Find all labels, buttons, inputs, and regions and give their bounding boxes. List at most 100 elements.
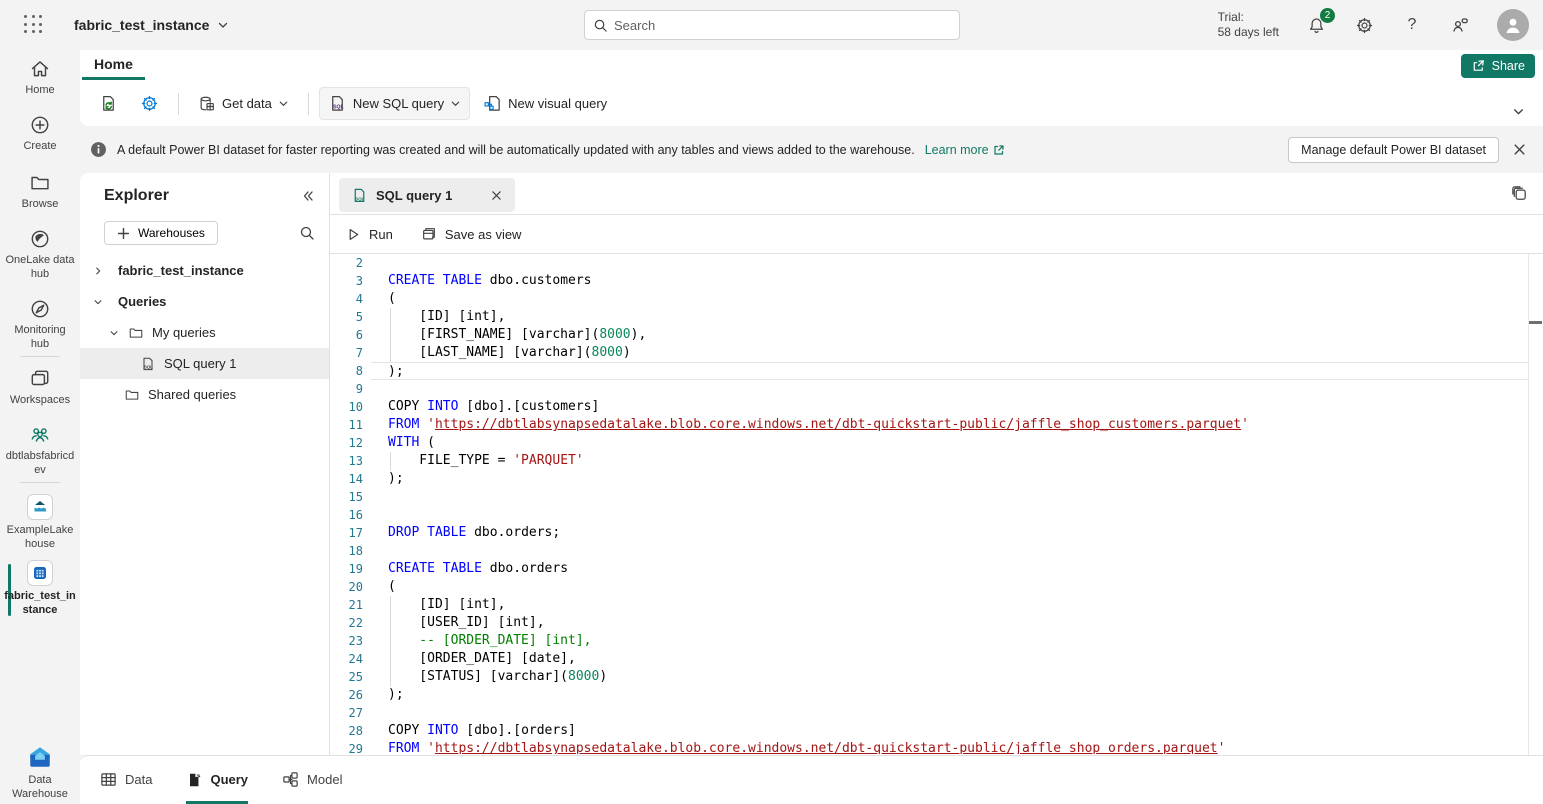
code-line-27[interactable]: 27 [330, 704, 1543, 722]
collapse-panel-button[interactable] [301, 189, 315, 203]
code-line-18[interactable]: 18 [330, 542, 1543, 560]
feedback-button[interactable] [1449, 14, 1471, 36]
refresh-dataset-button[interactable] [90, 87, 127, 120]
line-number: 28 [330, 722, 363, 740]
settings-button[interactable] [1353, 14, 1375, 36]
code-editor[interactable]: 23CREATE TABLE dbo.customers4(5 [ID] [in… [330, 254, 1543, 754]
scrollbar-mark [1529, 321, 1542, 324]
rail-item-fabric-test-instance[interactable]: fabric_test_instance [0, 560, 80, 617]
code-line-10[interactable]: 10COPY INTO [dbo].[customers] [330, 398, 1543, 416]
tree-item-queries[interactable]: Queries [80, 286, 329, 317]
help-button[interactable]: ? [1401, 14, 1423, 36]
share-button[interactable]: Share [1461, 54, 1535, 78]
code-token: 8000 [599, 327, 630, 342]
code-line-21[interactable]: 21 [ID] [int], [330, 596, 1543, 614]
rail-item-monitoring-hub[interactable]: Monitoring hub [0, 298, 80, 351]
code-line-20[interactable]: 20( [330, 578, 1543, 596]
save-as-view-button[interactable]: Save as view [421, 226, 522, 242]
avatar[interactable] [1497, 9, 1529, 41]
learn-more-link[interactable]: Learn more [925, 143, 1005, 157]
save-view-icon [421, 226, 437, 242]
code-line-22[interactable]: 22 [USER_ID] [int], [330, 614, 1543, 632]
line-number: 26 [330, 686, 363, 704]
tab-query[interactable]: Query [186, 756, 248, 804]
notifications-button[interactable]: 2 [1305, 14, 1327, 36]
tree-item-my-queries[interactable]: My queries [80, 317, 329, 348]
rail-item-create[interactable]: Create [0, 114, 80, 153]
banner-close-button[interactable] [1509, 140, 1529, 160]
code-line-7[interactable]: 7 [LAST_NAME] [varchar](8000) [330, 344, 1543, 362]
code-line-6[interactable]: 6 [FIRST_NAME] [varchar](8000), [330, 326, 1543, 344]
feedback-icon [1450, 15, 1470, 35]
rail-item-dbtlabsfabricdev[interactable]: dbtlabsfabricdev [0, 424, 80, 477]
code-line-19[interactable]: 19CREATE TABLE dbo.orders [330, 560, 1543, 578]
code-token: ); [388, 471, 404, 486]
code-line-25[interactable]: 25 [STATUS] [varchar](8000) [330, 668, 1543, 686]
warehouse-icon [0, 560, 80, 586]
code-token: ( [388, 579, 396, 594]
sql-file-icon: SQL [328, 94, 347, 113]
code-line-9[interactable]: 9 [330, 380, 1543, 398]
rail-item-home[interactable]: Home [0, 58, 80, 97]
code-line-17[interactable]: 17DROP TABLE dbo.orders; [330, 524, 1543, 542]
code-line-13[interactable]: 13 FILE_TYPE = 'PARQUET' [330, 452, 1543, 470]
code-line-8[interactable]: 8); [330, 362, 1543, 380]
rail-item-onelake-data-hub[interactable]: OneLake data hub [0, 228, 80, 281]
global-search[interactable] [584, 10, 960, 40]
tab-model[interactable]: Model [282, 756, 342, 804]
code-line-16[interactable]: 16 [330, 506, 1543, 524]
code-content: FILE_TYPE = 'PARQUET' [371, 452, 1529, 470]
editor-scrollbar[interactable] [1528, 254, 1529, 755]
explorer-search-button[interactable] [299, 225, 315, 241]
code-line-24[interactable]: 24 [ORDER_DATE] [date], [330, 650, 1543, 668]
code-line-26[interactable]: 26); [330, 686, 1543, 704]
code-line-12[interactable]: 12WITH ( [330, 434, 1543, 452]
tab-home[interactable]: Home [82, 52, 145, 80]
new-visual-query-button[interactable]: New visual query [474, 87, 616, 120]
manage-default-dataset-button[interactable]: Manage default Power BI dataset [1288, 137, 1499, 163]
code-token: [FIRST_NAME] [varchar]( [388, 327, 599, 342]
play-icon [346, 227, 361, 242]
rail-item-workspaces[interactable]: Workspaces [0, 368, 80, 407]
code-content: COPY INTO [dbo].[customers] [371, 398, 1529, 416]
run-button[interactable]: Run [346, 227, 393, 242]
warehouses-button[interactable]: Warehouses [104, 221, 218, 245]
code-token: TABLE [443, 273, 482, 288]
ribbon-tab-row: Home Share [80, 50, 1543, 81]
get-data-button[interactable]: Get data [189, 88, 298, 120]
tree-item-sql-query-1[interactable]: SQL SQL query 1 [80, 348, 329, 379]
code-line-5[interactable]: 5 [ID] [int], [330, 308, 1543, 326]
code-token: TABLE [443, 561, 482, 576]
workspace-title-dropdown[interactable]: fabric_test_instance [74, 17, 229, 33]
code-line-11[interactable]: 11FROM 'https://dbtlabsynapsedatalake.bl… [330, 416, 1543, 434]
copy-icon [1510, 184, 1529, 203]
code-line-4[interactable]: 4( [330, 290, 1543, 308]
search-input[interactable] [614, 18, 951, 33]
code-line-3[interactable]: 3CREATE TABLE dbo.customers [330, 272, 1543, 290]
code-line-14[interactable]: 14); [330, 470, 1543, 488]
line-number: 15 [330, 488, 363, 506]
tab-data[interactable]: Data [100, 756, 152, 804]
code-token: [dbo].[orders] [458, 723, 575, 738]
dataset-settings-button[interactable] [131, 87, 168, 120]
rail-item-data-warehouse[interactable]: Data Warehouse [0, 744, 80, 801]
rail-item-browse[interactable]: Browse [0, 172, 80, 211]
tab-sql-query-1[interactable]: SQL SQL query 1 [339, 178, 515, 212]
tree-item-shared-queries[interactable]: Shared queries [80, 379, 329, 410]
line-number: 8 [330, 362, 363, 380]
code-token: ' [427, 741, 435, 754]
code-line-28[interactable]: 28COPY INTO [dbo].[orders] [330, 722, 1543, 740]
waffle-menu-icon[interactable] [24, 15, 44, 35]
query-toolbar: Run Save as view [330, 215, 1543, 254]
code-line-15[interactable]: 15 [330, 488, 1543, 506]
code-line-2[interactable]: 2 [330, 254, 1543, 272]
close-tab-button[interactable] [487, 186, 505, 204]
new-sql-query-button[interactable]: SQL New SQL query [319, 87, 470, 120]
sql-file-green-icon: SQL [351, 187, 368, 204]
copy-button[interactable] [1510, 184, 1529, 203]
rail-item-examplelakehouse[interactable]: ExampleLakehouse [0, 494, 80, 551]
code-line-23[interactable]: 23 -- [ORDER_DATE] [int], [330, 632, 1543, 650]
ribbon-collapse-button[interactable] [1512, 105, 1525, 118]
code-line-29[interactable]: 29FROM 'https://dbtlabsynapsedatalake.bl… [330, 740, 1543, 754]
tree-item-fabric-test-instance[interactable]: fabric_test_instance [80, 255, 329, 286]
